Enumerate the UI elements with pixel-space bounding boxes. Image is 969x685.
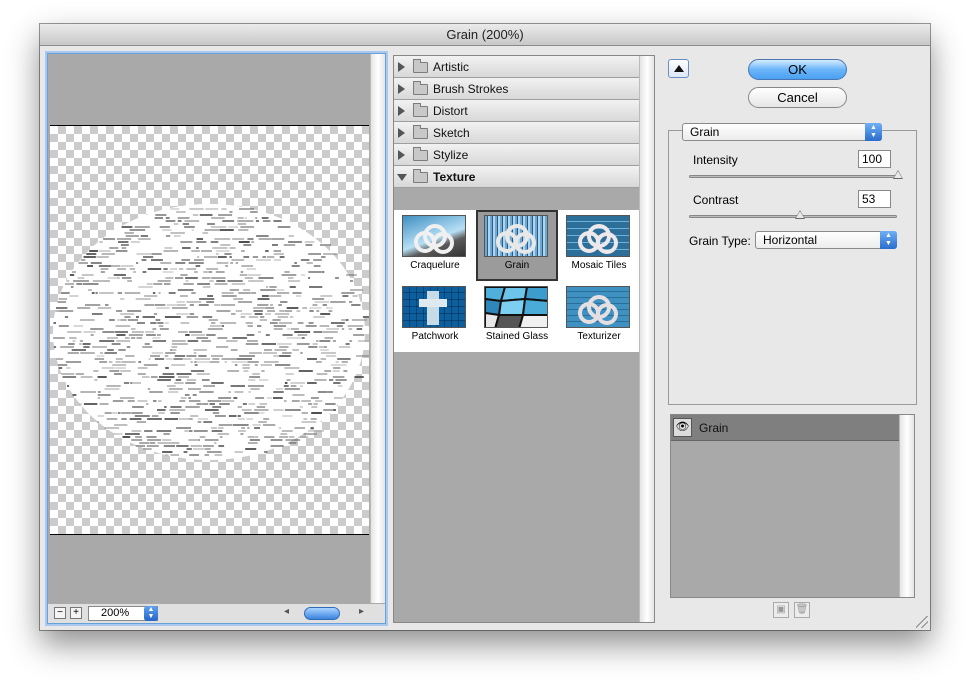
filter-thumb-grain[interactable]: Grain bbox=[476, 210, 558, 281]
contrast-label: Contrast bbox=[693, 193, 739, 207]
texture-filter-thumbnails: Craquelure Grain Mosaic Tiles Patchwork … bbox=[394, 210, 640, 352]
filter-settings-panel: Grain ▲ ▼ Intensity 100 Contrast 53 Grain… bbox=[668, 123, 917, 405]
grain-type-select[interactable]: Horizontal ▲ ▼ bbox=[755, 231, 897, 249]
resize-grip-icon[interactable] bbox=[916, 616, 928, 628]
disclosure-closed-icon[interactable] bbox=[398, 150, 405, 160]
filter-thumb-stained-glass[interactable]: Stained Glass bbox=[476, 281, 558, 352]
thumb-label: Stained Glass bbox=[485, 331, 549, 342]
mosaic-tiles-thumbnail-image bbox=[566, 215, 630, 257]
filter-category-label: Artistic bbox=[433, 60, 469, 74]
filter-thumb-mosaic-tiles[interactable]: Mosaic Tiles bbox=[558, 210, 640, 281]
scroll-left-arrow-icon[interactable]: ◂ bbox=[284, 606, 289, 617]
trash-icon[interactable]: 🗑 bbox=[794, 602, 810, 618]
intensity-field[interactable]: 100 bbox=[858, 150, 891, 168]
filter-select-value: Grain bbox=[690, 125, 720, 139]
filter-select[interactable]: Grain ▲ ▼ bbox=[682, 123, 882, 141]
filter-thumb-texturizer[interactable]: Texturizer bbox=[558, 281, 640, 352]
filter-category-distort[interactable]: Distort bbox=[394, 100, 640, 122]
popup-arrows-icon: ▲ ▼ bbox=[880, 231, 897, 249]
filter-category-brush-strokes[interactable]: Brush Strokes bbox=[394, 78, 640, 100]
filter-category-label: Stylize bbox=[433, 148, 469, 162]
filter-thumb-craquelure[interactable]: Craquelure bbox=[394, 210, 476, 281]
filter-gallery-window: Grain (200%) − + 200% ▲ ▼ ◂ ▸ Artistic Bru… bbox=[40, 24, 930, 630]
preview-zoom-bar: − + 200% ▲ ▼ ◂ ▸ bbox=[48, 603, 385, 623]
cancel-button[interactable]: Cancel bbox=[748, 87, 847, 108]
texturizer-thumbnail-image bbox=[566, 286, 630, 328]
zoom-in-button[interactable]: + bbox=[70, 607, 82, 619]
preview-horizontal-scrollbar[interactable]: ◂ ▸ bbox=[282, 606, 366, 620]
filter-category-label: Sketch bbox=[433, 126, 470, 140]
thumb-label: Craquelure bbox=[410, 260, 460, 271]
filter-category-label: Distort bbox=[433, 104, 468, 118]
filter-browser: Artistic Brush Strokes Distort Sketch Styliz… bbox=[393, 55, 655, 623]
effect-layer-row[interactable]: 👁 Grain bbox=[671, 415, 899, 441]
grain-type-value: Horizontal bbox=[763, 233, 818, 247]
contrast-slider[interactable] bbox=[689, 210, 897, 219]
thumb-label: Texturizer bbox=[577, 331, 621, 342]
window-title: Grain (200%) bbox=[446, 27, 524, 42]
craquelure-thumbnail-image bbox=[402, 215, 466, 257]
disclosure-closed-icon[interactable] bbox=[398, 106, 405, 116]
filter-category-stylize[interactable]: Stylize bbox=[394, 144, 640, 166]
folder-icon bbox=[413, 81, 428, 95]
preview-vertical-scrollbar[interactable] bbox=[370, 54, 385, 603]
filter-browser-scrollbar[interactable] bbox=[639, 56, 654, 622]
zoom-stepper-icon[interactable]: ▲ ▼ bbox=[144, 606, 158, 621]
contrast-field[interactable]: 53 bbox=[858, 190, 891, 208]
filter-category-label: Brush Strokes bbox=[433, 82, 509, 96]
disclosure-closed-icon[interactable] bbox=[398, 62, 405, 72]
filter-category-artistic[interactable]: Artistic bbox=[394, 56, 640, 78]
contrast-slider-knob[interactable] bbox=[795, 210, 806, 219]
intensity-slider[interactable] bbox=[689, 170, 903, 179]
thumb-label: Patchwork bbox=[411, 331, 459, 342]
effect-layer-label: Grain bbox=[699, 421, 729, 435]
folder-icon bbox=[413, 59, 428, 73]
folder-icon bbox=[413, 147, 428, 161]
filter-category-texture[interactable]: Texture bbox=[394, 166, 640, 188]
title-bar: Grain (200%) bbox=[40, 24, 930, 46]
new-effect-layer-icon[interactable]: ▣ bbox=[773, 602, 789, 618]
thumb-label: Mosaic Tiles bbox=[571, 260, 627, 271]
scroll-thumb[interactable] bbox=[304, 607, 340, 620]
disclosure-closed-icon[interactable] bbox=[398, 84, 405, 94]
preview-canvas[interactable] bbox=[50, 125, 369, 535]
folder-icon bbox=[413, 169, 428, 183]
zoom-out-button[interactable]: − bbox=[54, 607, 66, 619]
filter-category-label: Texture bbox=[433, 170, 476, 184]
grain-preview-image bbox=[53, 204, 369, 460]
popup-arrows-icon: ▲ ▼ bbox=[865, 123, 882, 141]
disclosure-closed-icon[interactable] bbox=[398, 128, 405, 138]
folder-icon bbox=[413, 125, 428, 139]
folder-icon bbox=[413, 103, 428, 117]
stained-glass-thumbnail-image bbox=[484, 286, 548, 328]
scroll-right-arrow-icon[interactable]: ▸ bbox=[359, 606, 364, 617]
preview-pane[interactable]: − + 200% ▲ ▼ ◂ ▸ bbox=[47, 53, 386, 624]
patchwork-thumbnail-image bbox=[402, 286, 466, 328]
thumb-label: Grain bbox=[504, 260, 530, 271]
eye-icon[interactable]: 👁 bbox=[673, 418, 692, 437]
grain-type-label: Grain Type: bbox=[689, 234, 751, 248]
intensity-slider-knob[interactable] bbox=[893, 170, 903, 179]
collapse-gallery-button[interactable] bbox=[668, 59, 689, 78]
disclosure-open-icon[interactable] bbox=[397, 174, 407, 181]
filter-thumb-patchwork[interactable]: Patchwork bbox=[394, 281, 476, 352]
intensity-label: Intensity bbox=[693, 153, 738, 167]
grain-thumbnail-image bbox=[484, 215, 548, 257]
ok-button[interactable]: OK bbox=[748, 59, 847, 80]
effect-layers-list: 👁 Grain bbox=[670, 414, 915, 598]
effect-layers-scrollbar[interactable] bbox=[899, 415, 914, 597]
filter-category-sketch[interactable]: Sketch bbox=[394, 122, 640, 144]
